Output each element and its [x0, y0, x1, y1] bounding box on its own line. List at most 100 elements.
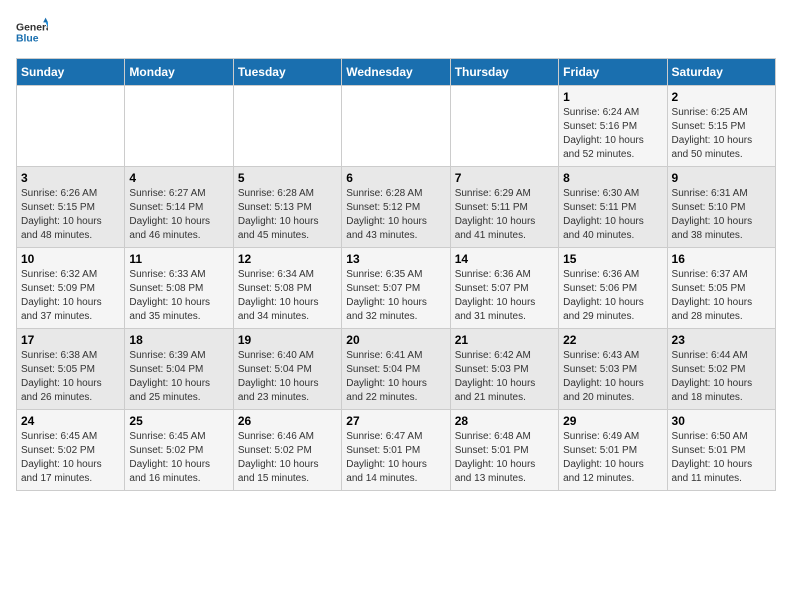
- calendar-cell: 12 Sunrise: 6:34 AM Sunset: 5:08 PM Dayli…: [233, 248, 341, 329]
- day-number: 15: [563, 252, 662, 266]
- day-info: Sunrise: 6:43 AM Sunset: 5:03 PM Dayligh…: [563, 349, 662, 405]
- day-info: Sunrise: 6:38 AM Sunset: 5:05 PM Dayligh…: [21, 349, 120, 405]
- logo-icon: General Blue: [16, 16, 48, 48]
- day-info: Sunrise: 6:50 AM Sunset: 5:01 PM Dayligh…: [672, 430, 771, 486]
- calendar-cell: 20 Sunrise: 6:41 AM Sunset: 5:04 PM Dayli…: [342, 329, 450, 410]
- day-number: 12: [238, 252, 337, 266]
- day-info: Sunrise: 6:31 AM Sunset: 5:10 PM Dayligh…: [672, 187, 771, 243]
- day-number: 11: [129, 252, 228, 266]
- calendar-cell: 11 Sunrise: 6:33 AM Sunset: 5:08 PM Dayli…: [125, 248, 233, 329]
- calendar-cell: 7Sunrise: 6:29 AM Sunset: 5:11 PM Daylig…: [450, 167, 558, 248]
- day-number: 8: [563, 171, 662, 185]
- calendar-cell: 10 Sunrise: 6:32 AM Sunset: 5:09 PM Dayli…: [17, 248, 125, 329]
- day-number: 10: [21, 252, 120, 266]
- calendar-cell: 25 Sunrise: 6:45 AM Sunset: 5:02 PM Dayli…: [125, 410, 233, 491]
- day-of-week-header: Wednesday: [342, 59, 450, 86]
- day-info: Sunrise: 6:39 AM Sunset: 5:04 PM Dayligh…: [129, 349, 228, 405]
- calendar-cell: 27Sunrise: 6:47 AM Sunset: 5:01 PM Dayli…: [342, 410, 450, 491]
- calendar-cell: 29 Sunrise: 6:49 AM Sunset: 5:01 PM Dayli…: [559, 410, 667, 491]
- day-info: Sunrise: 6:27 AM Sunset: 5:14 PM Dayligh…: [129, 187, 228, 243]
- day-info: Sunrise: 6:44 AM Sunset: 5:02 PM Dayligh…: [672, 349, 771, 405]
- day-number: 22: [563, 333, 662, 347]
- day-number: 7: [455, 171, 554, 185]
- calendar-cell: 5 Sunrise: 6:28 AM Sunset: 5:13 PM Daylig…: [233, 167, 341, 248]
- day-info: Sunrise: 6:32 AM Sunset: 5:09 PM Dayligh…: [21, 268, 120, 324]
- calendar-cell: [342, 86, 450, 167]
- calendar-cell: [125, 86, 233, 167]
- calendar-cell: 9Sunrise: 6:31 AM Sunset: 5:10 PM Daylig…: [667, 167, 775, 248]
- day-number: 18: [129, 333, 228, 347]
- day-of-week-header: Thursday: [450, 59, 558, 86]
- calendar-cell: 24 Sunrise: 6:45 AM Sunset: 5:02 PM Dayli…: [17, 410, 125, 491]
- calendar-cell: 28 Sunrise: 6:48 AM Sunset: 5:01 PM Dayli…: [450, 410, 558, 491]
- calendar-cell: 30 Sunrise: 6:50 AM Sunset: 5:01 PM Dayli…: [667, 410, 775, 491]
- calendar-cell: 22 Sunrise: 6:43 AM Sunset: 5:03 PM Dayli…: [559, 329, 667, 410]
- calendar-cell: [450, 86, 558, 167]
- day-number: 19: [238, 333, 337, 347]
- day-info: Sunrise: 6:28 AM Sunset: 5:12 PM Dayligh…: [346, 187, 445, 243]
- calendar-cell: 26 Sunrise: 6:46 AM Sunset: 5:02 PM Dayli…: [233, 410, 341, 491]
- day-number: 27: [346, 414, 445, 428]
- day-number: 30: [672, 414, 771, 428]
- day-info: Sunrise: 6:36 AM Sunset: 5:06 PM Dayligh…: [563, 268, 662, 324]
- day-number: 23: [672, 333, 771, 347]
- day-info: Sunrise: 6:40 AM Sunset: 5:04 PM Dayligh…: [238, 349, 337, 405]
- day-number: 20: [346, 333, 445, 347]
- calendar-cell: 4Sunrise: 6:27 AM Sunset: 5:14 PM Daylig…: [125, 167, 233, 248]
- calendar-cell: 1 Sunrise: 6:24 AM Sunset: 5:16 PM Daylig…: [559, 86, 667, 167]
- day-number: 16: [672, 252, 771, 266]
- day-number: 29: [563, 414, 662, 428]
- day-info: Sunrise: 6:24 AM Sunset: 5:16 PM Dayligh…: [563, 106, 662, 162]
- calendar-header-row: SundayMondayTuesdayWednesdayThursdayFrid…: [17, 59, 776, 86]
- calendar-table: SundayMondayTuesdayWednesdayThursdayFrid…: [16, 58, 776, 491]
- day-info: Sunrise: 6:34 AM Sunset: 5:08 PM Dayligh…: [238, 268, 337, 324]
- day-number: 24: [21, 414, 120, 428]
- day-number: 1: [563, 90, 662, 104]
- day-info: Sunrise: 6:33 AM Sunset: 5:08 PM Dayligh…: [129, 268, 228, 324]
- day-info: Sunrise: 6:26 AM Sunset: 5:15 PM Dayligh…: [21, 187, 120, 243]
- day-of-week-header: Sunday: [17, 59, 125, 86]
- day-info: Sunrise: 6:37 AM Sunset: 5:05 PM Dayligh…: [672, 268, 771, 324]
- day-number: 21: [455, 333, 554, 347]
- day-info: Sunrise: 6:28 AM Sunset: 5:13 PM Dayligh…: [238, 187, 337, 243]
- day-info: Sunrise: 6:48 AM Sunset: 5:01 PM Dayligh…: [455, 430, 554, 486]
- day-number: 2: [672, 90, 771, 104]
- calendar-cell: 23 Sunrise: 6:44 AM Sunset: 5:02 PM Dayli…: [667, 329, 775, 410]
- calendar-cell: 17Sunrise: 6:38 AM Sunset: 5:05 PM Dayli…: [17, 329, 125, 410]
- day-number: 28: [455, 414, 554, 428]
- day-of-week-header: Monday: [125, 59, 233, 86]
- calendar-cell: 19 Sunrise: 6:40 AM Sunset: 5:04 PM Dayli…: [233, 329, 341, 410]
- day-number: 13: [346, 252, 445, 266]
- day-info: Sunrise: 6:25 AM Sunset: 5:15 PM Dayligh…: [672, 106, 771, 162]
- day-number: 26: [238, 414, 337, 428]
- calendar-week-row: 17Sunrise: 6:38 AM Sunset: 5:05 PM Dayli…: [17, 329, 776, 410]
- day-number: 5: [238, 171, 337, 185]
- day-info: Sunrise: 6:46 AM Sunset: 5:02 PM Dayligh…: [238, 430, 337, 486]
- calendar-cell: [17, 86, 125, 167]
- calendar-body: 1 Sunrise: 6:24 AM Sunset: 5:16 PM Daylig…: [17, 86, 776, 491]
- day-number: 14: [455, 252, 554, 266]
- calendar-cell: 2 Sunrise: 6:25 AM Sunset: 5:15 PM Daylig…: [667, 86, 775, 167]
- calendar-week-row: 3 Sunrise: 6:26 AM Sunset: 5:15 PM Daylig…: [17, 167, 776, 248]
- day-number: 25: [129, 414, 228, 428]
- day-info: Sunrise: 6:41 AM Sunset: 5:04 PM Dayligh…: [346, 349, 445, 405]
- day-number: 3: [21, 171, 120, 185]
- day-info: Sunrise: 6:30 AM Sunset: 5:11 PM Dayligh…: [563, 187, 662, 243]
- calendar-cell: 8 Sunrise: 6:30 AM Sunset: 5:11 PM Daylig…: [559, 167, 667, 248]
- day-info: Sunrise: 6:35 AM Sunset: 5:07 PM Dayligh…: [346, 268, 445, 324]
- calendar-cell: 14 Sunrise: 6:36 AM Sunset: 5:07 PM Dayli…: [450, 248, 558, 329]
- calendar-cell: 21 Sunrise: 6:42 AM Sunset: 5:03 PM Dayli…: [450, 329, 558, 410]
- calendar-week-row: 1 Sunrise: 6:24 AM Sunset: 5:16 PM Daylig…: [17, 86, 776, 167]
- day-of-week-header: Tuesday: [233, 59, 341, 86]
- day-info: Sunrise: 6:49 AM Sunset: 5:01 PM Dayligh…: [563, 430, 662, 486]
- calendar-cell: 15 Sunrise: 6:36 AM Sunset: 5:06 PM Dayli…: [559, 248, 667, 329]
- calendar-cell: 6Sunrise: 6:28 AM Sunset: 5:12 PM Daylig…: [342, 167, 450, 248]
- calendar-cell: [233, 86, 341, 167]
- calendar-week-row: 10 Sunrise: 6:32 AM Sunset: 5:09 PM Dayli…: [17, 248, 776, 329]
- day-info: Sunrise: 6:36 AM Sunset: 5:07 PM Dayligh…: [455, 268, 554, 324]
- day-info: Sunrise: 6:45 AM Sunset: 5:02 PM Dayligh…: [129, 430, 228, 486]
- day-of-week-header: Friday: [559, 59, 667, 86]
- day-info: Sunrise: 6:45 AM Sunset: 5:02 PM Dayligh…: [21, 430, 120, 486]
- day-info: Sunrise: 6:42 AM Sunset: 5:03 PM Dayligh…: [455, 349, 554, 405]
- svg-text:General: General: [16, 22, 48, 33]
